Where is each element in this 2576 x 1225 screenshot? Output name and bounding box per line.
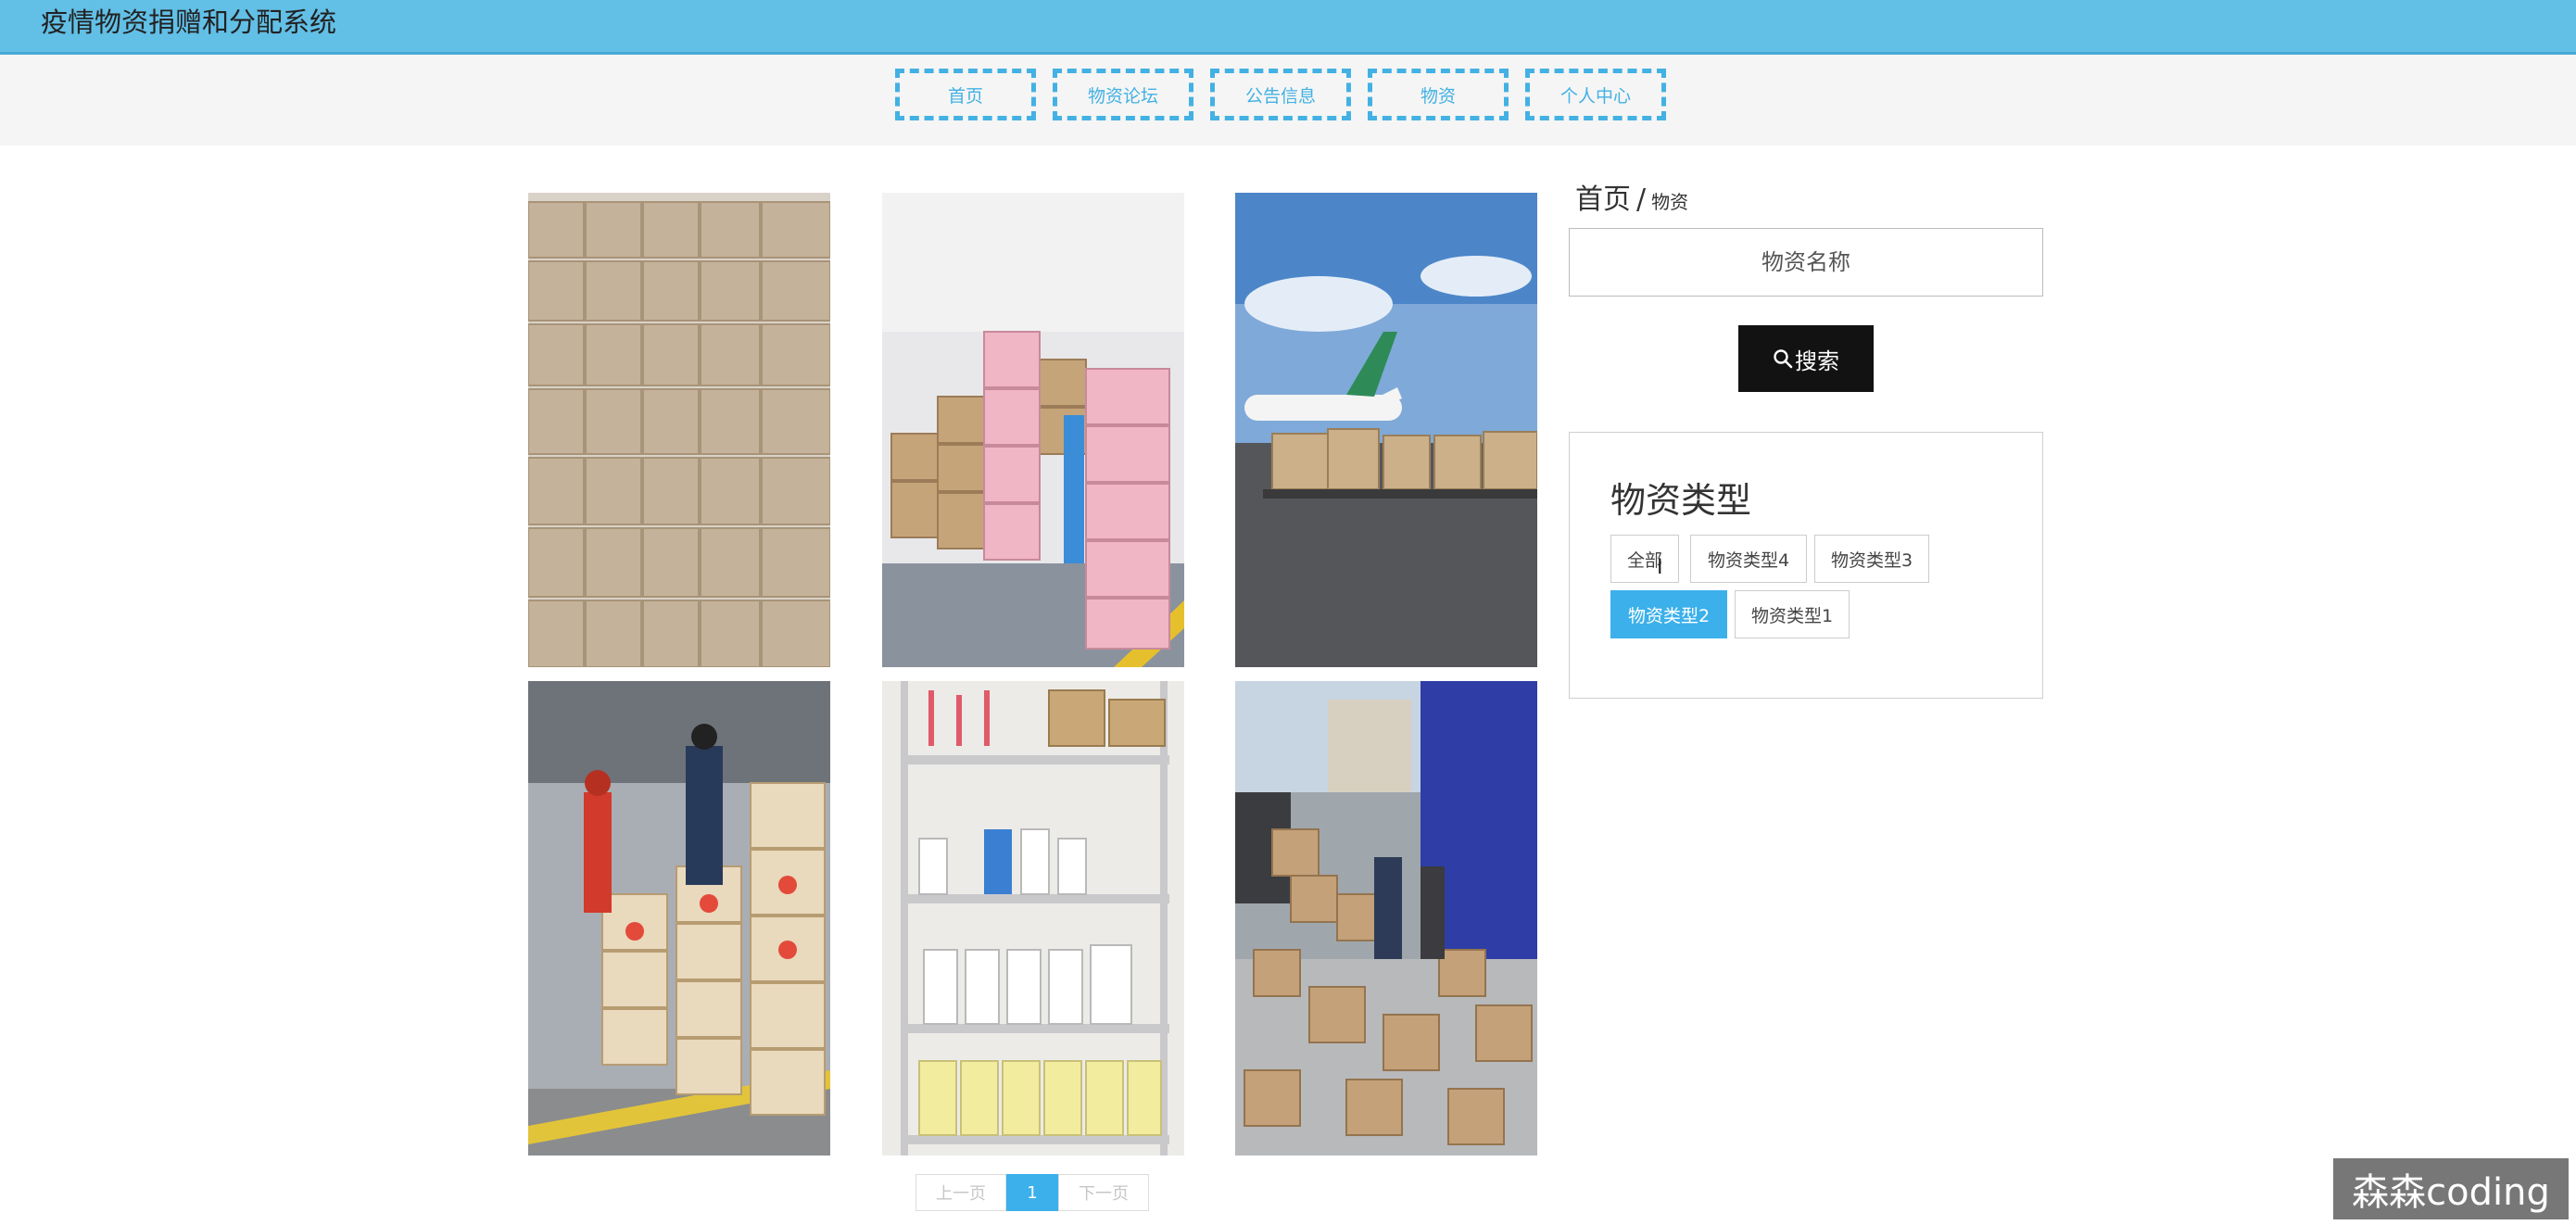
main-nav: 首页 物资论坛 公告信息 物资 个人中心 xyxy=(895,69,1666,120)
search-button[interactable]: 搜索 xyxy=(1738,325,1874,392)
prev-page-button[interactable]: 上一页 xyxy=(915,1174,1006,1211)
supply-image-2[interactable] xyxy=(882,193,1184,667)
nav-supplies[interactable]: 物资 xyxy=(1368,69,1509,120)
breadcrumb: 首页 / 物资 xyxy=(1575,176,1688,217)
next-page-button[interactable]: 下一页 xyxy=(1058,1174,1149,1211)
nav-forum[interactable]: 物资论坛 xyxy=(1053,69,1193,120)
breadcrumb-home[interactable]: 首页 xyxy=(1575,183,1631,216)
category-card: 物资类型 全部 物资类型4 物资类型3 物资类型2 物资类型1 xyxy=(1569,432,2043,699)
supply-image-3[interactable] xyxy=(1235,193,1537,667)
nav-personal-center[interactable]: 个人中心 xyxy=(1525,69,1666,120)
supply-image-4[interactable] xyxy=(528,681,830,1156)
search-icon xyxy=(1774,349,1793,369)
watermark: 森森coding xyxy=(2333,1158,2569,1219)
nav-announcements[interactable]: 公告信息 xyxy=(1210,69,1351,120)
site-title: 疫情物资捐赠和分配系统 xyxy=(41,6,337,38)
supply-image-5[interactable] xyxy=(882,681,1184,1156)
supply-image-1[interactable] xyxy=(528,193,830,667)
category-chip-type2[interactable]: 物资类型2 xyxy=(1610,590,1727,638)
top-bar: 疫情物资捐赠和分配系统 xyxy=(0,0,2576,55)
text-cursor-icon: I xyxy=(1657,556,1663,579)
search-input[interactable] xyxy=(1569,228,2043,297)
pagination: 上一页 1 下一页 xyxy=(915,1174,1149,1211)
breadcrumb-separator: / xyxy=(1636,183,1647,216)
category-title: 物资类型 xyxy=(1610,480,1752,521)
nav-home[interactable]: 首页 xyxy=(895,69,1036,120)
category-chip-type3[interactable]: 物资类型3 xyxy=(1814,535,1929,583)
category-chip-type1[interactable]: 物资类型1 xyxy=(1735,590,1850,638)
category-chip-all[interactable]: 全部 xyxy=(1610,535,1679,583)
current-page-button[interactable]: 1 xyxy=(1006,1174,1058,1211)
category-chip-type4[interactable]: 物资类型4 xyxy=(1690,535,1807,583)
breadcrumb-current: 物资 xyxy=(1651,191,1689,213)
supply-image-6[interactable] xyxy=(1235,681,1537,1156)
search-button-label: 搜索 xyxy=(1795,348,1839,374)
